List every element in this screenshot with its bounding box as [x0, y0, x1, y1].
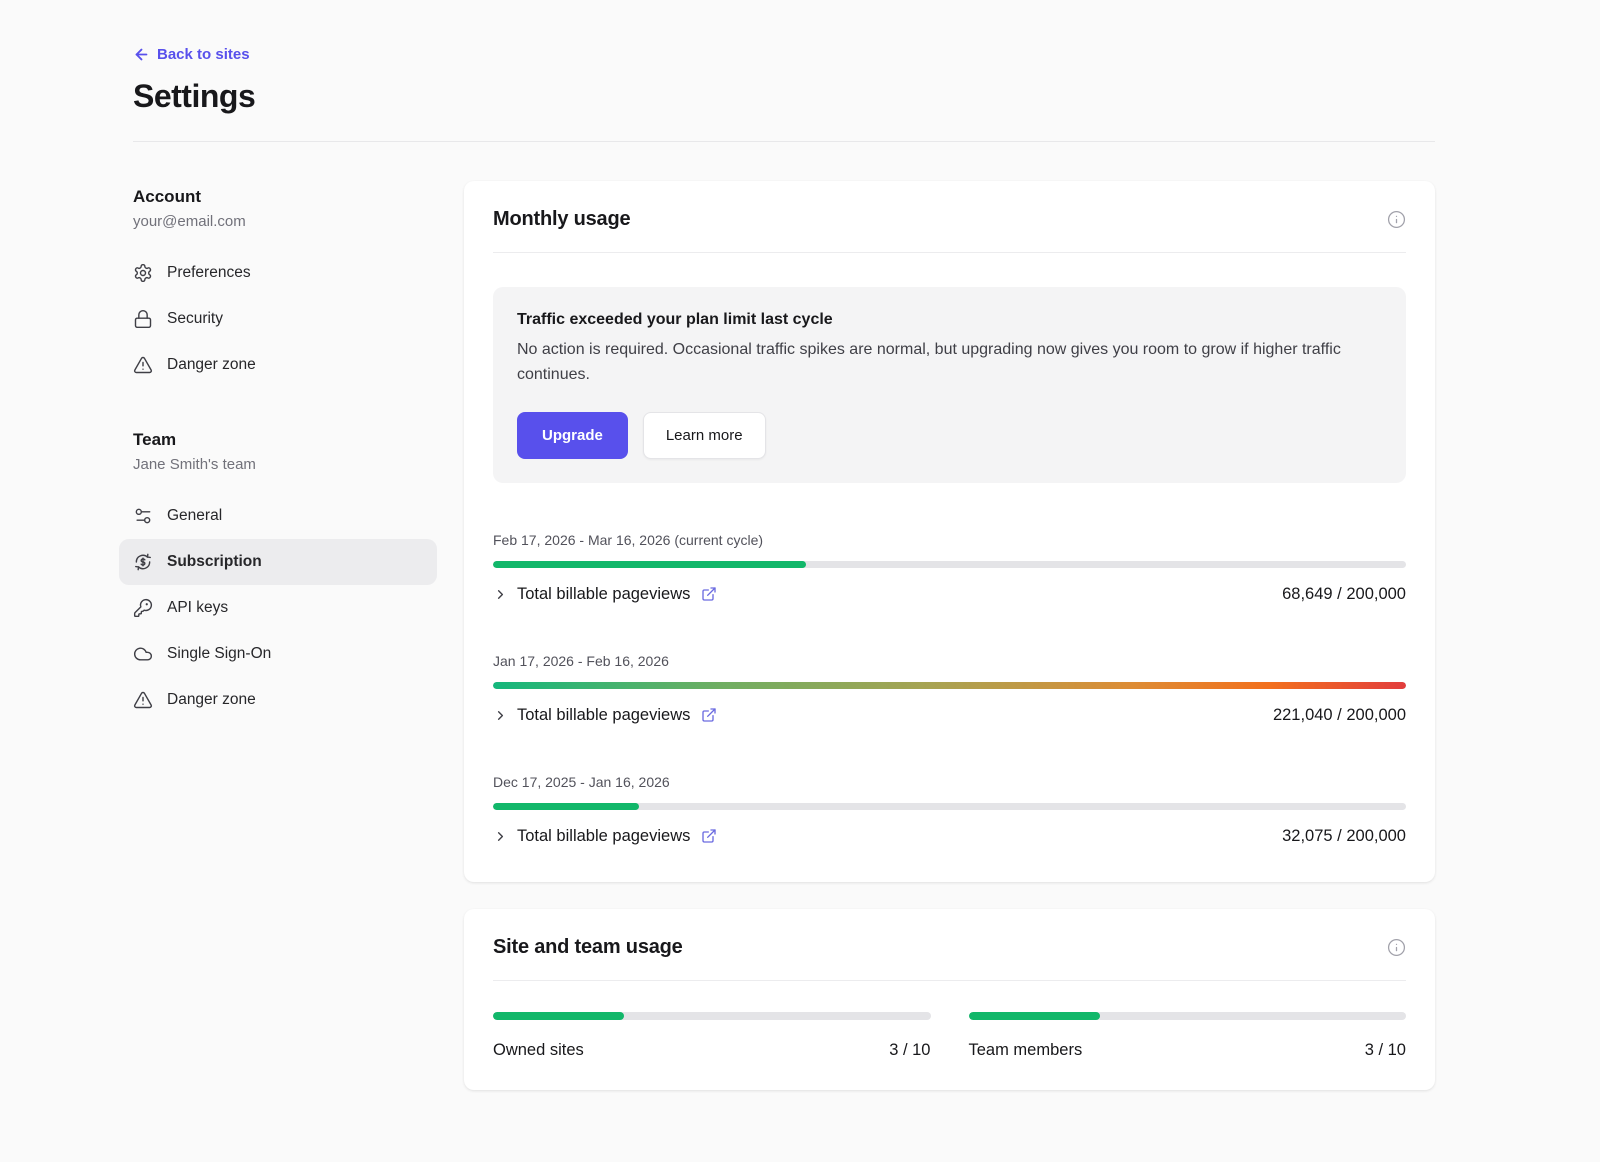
billable-pageviews-toggle[interactable]: Total billable pageviews: [493, 585, 717, 604]
info-icon[interactable]: [1387, 210, 1406, 229]
notice-title: Traffic exceeded your plan limit last cy…: [517, 311, 1382, 329]
learn-more-button[interactable]: Learn more: [643, 412, 766, 459]
owned-sites-label: Owned sites: [493, 1041, 584, 1060]
team-members-fill: [969, 1012, 1100, 1020]
settings-sidebar: Account your@email.com Preferences Secur…: [133, 181, 464, 723]
sidebar-item-general[interactable]: General: [119, 493, 437, 539]
cycle-date-range: Jan 17, 2026 - Feb 16, 2026: [493, 653, 1406, 669]
usage-cycle-previous: Jan 17, 2026 - Feb 16, 2026 Total billab…: [493, 653, 1406, 725]
metric-label: Total billable pageviews: [517, 827, 690, 846]
chevron-right-icon: [493, 829, 508, 844]
site-team-usage-card: Site and team usage Owned sites 3 / 10: [464, 909, 1435, 1090]
settings-page: Back to sites Settings Account your@emai…: [0, 0, 1600, 1090]
card-divider: [493, 980, 1406, 981]
account-section: Account your@email.com Preferences Secur…: [133, 187, 464, 388]
sidebar-item-preferences[interactable]: Preferences: [119, 250, 437, 296]
info-icon[interactable]: [1387, 938, 1406, 957]
account-section-title: Account: [133, 187, 464, 207]
sidebar-item-single-sign-on[interactable]: Single Sign-On: [119, 631, 437, 677]
gear-icon: [133, 263, 153, 283]
key-icon: [133, 598, 153, 618]
sidebar-item-security[interactable]: Security: [119, 296, 437, 342]
arrow-left-icon: [133, 46, 150, 63]
sidebar-item-label: Single Sign-On: [167, 645, 271, 663]
monthly-usage-card: Monthly usage Traffic exceeded your plan…: [464, 181, 1435, 882]
sliders-icon: [133, 506, 153, 526]
sidebar-item-account-danger-zone[interactable]: Danger zone: [119, 342, 437, 388]
account-email: your@email.com: [133, 213, 464, 230]
page-title: Settings: [133, 78, 1435, 115]
owned-sites-track: [493, 1012, 931, 1020]
billable-pageviews-toggle[interactable]: Total billable pageviews: [493, 706, 717, 725]
owned-sites-value: 3 / 10: [889, 1041, 930, 1060]
card-divider: [493, 252, 1406, 253]
team-members-track: [969, 1012, 1407, 1020]
sidebar-item-label: Danger zone: [167, 356, 256, 374]
billable-pageviews-toggle[interactable]: Total billable pageviews: [493, 827, 717, 846]
chevron-right-icon: [493, 587, 508, 602]
usage-progress-fill: [493, 803, 639, 810]
sidebar-item-label: API keys: [167, 599, 228, 617]
sidebar-item-subscription[interactable]: Subscription: [119, 539, 437, 585]
sidebar-item-label: General: [167, 507, 222, 525]
cycle-date-range: Dec 17, 2025 - Jan 16, 2026: [493, 774, 1406, 790]
usage-progress-track: [493, 803, 1406, 810]
sidebar-item-api-keys[interactable]: API keys: [119, 585, 437, 631]
team-members-label: Team members: [969, 1041, 1083, 1060]
team-section: Team Jane Smith's team General Subscript…: [133, 430, 464, 723]
team-members-value: 3 / 10: [1365, 1041, 1406, 1060]
header-divider: [133, 141, 1435, 142]
usage-progress-track: [493, 682, 1406, 689]
usage-cycle-older: Dec 17, 2025 - Jan 16, 2026 Total billab…: [493, 774, 1406, 846]
upgrade-button[interactable]: Upgrade: [517, 412, 628, 459]
sidebar-item-label: Security: [167, 310, 223, 328]
warning-triangle-icon: [133, 355, 153, 375]
usage-value: 221,040 / 200,000: [1273, 706, 1406, 725]
external-link-icon[interactable]: [701, 586, 717, 602]
notice-body: No action is required. Occasional traffi…: [517, 338, 1382, 388]
metric-label: Total billable pageviews: [517, 706, 690, 725]
lock-icon: [133, 309, 153, 329]
usage-value: 32,075 / 200,000: [1282, 827, 1406, 846]
sidebar-item-label: Danger zone: [167, 691, 256, 709]
warning-triangle-icon: [133, 690, 153, 710]
cloud-icon: [133, 644, 153, 664]
usage-cycle-current: Feb 17, 2026 - Mar 16, 2026 (current cyc…: [493, 532, 1406, 604]
back-link-label: Back to sites: [157, 46, 250, 63]
owned-sites-meter: Owned sites 3 / 10: [493, 1012, 931, 1060]
site-team-usage-title: Site and team usage: [493, 936, 683, 959]
cycle-date-range: Feb 17, 2026 - Mar 16, 2026 (current cyc…: [493, 532, 1406, 548]
usage-progress-fill-over-limit: [493, 682, 1406, 689]
chevron-right-icon: [493, 708, 508, 723]
external-link-icon[interactable]: [701, 707, 717, 723]
usage-progress-track: [493, 561, 1406, 568]
usage-value: 68,649 / 200,000: [1282, 585, 1406, 604]
monthly-usage-title: Monthly usage: [493, 208, 630, 231]
usage-progress-fill: [493, 561, 806, 568]
back-to-sites-link[interactable]: Back to sites: [133, 46, 250, 63]
external-link-icon[interactable]: [701, 828, 717, 844]
sidebar-item-team-danger-zone[interactable]: Danger zone: [119, 677, 437, 723]
metric-label: Total billable pageviews: [517, 585, 690, 604]
team-section-title: Team: [133, 430, 464, 450]
team-name: Jane Smith's team: [133, 456, 464, 473]
dollar-refresh-icon: [133, 552, 153, 572]
traffic-exceeded-notice: Traffic exceeded your plan limit last cy…: [493, 287, 1406, 483]
sidebar-item-label: Subscription: [167, 553, 262, 571]
sidebar-item-label: Preferences: [167, 264, 251, 282]
team-members-meter: Team members 3 / 10: [969, 1012, 1407, 1060]
owned-sites-fill: [493, 1012, 624, 1020]
